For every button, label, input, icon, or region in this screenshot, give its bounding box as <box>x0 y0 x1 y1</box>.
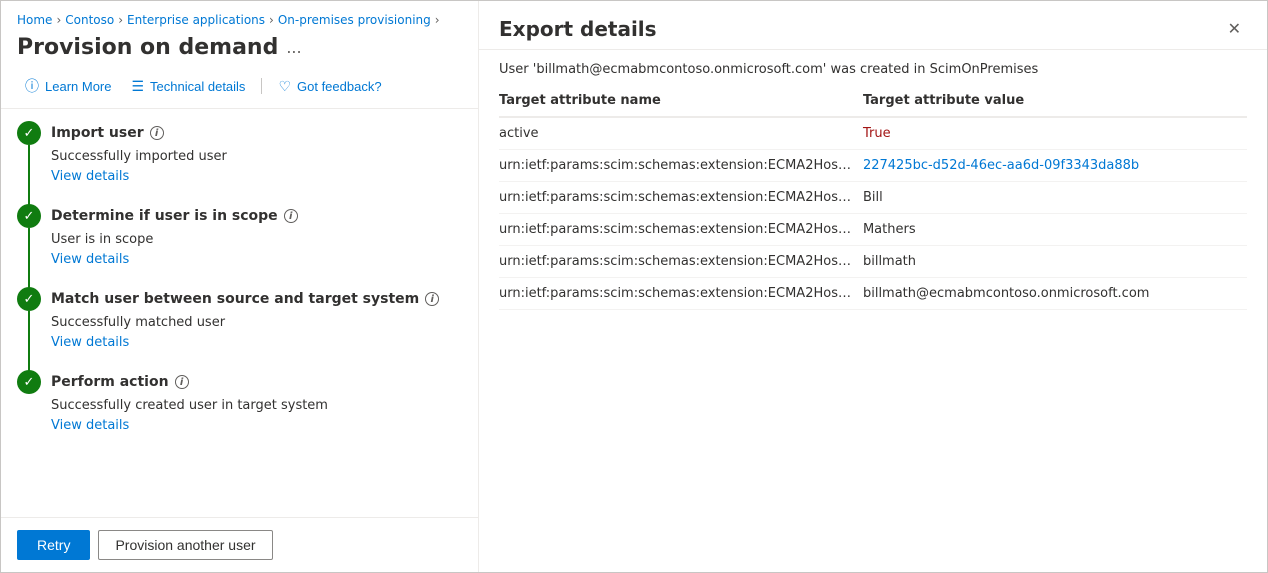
steps-area: Import user i Successfully imported user… <box>1 109 478 517</box>
toolbar-divider <box>261 78 262 94</box>
step-body-match: Successfully matched user View details <box>17 315 462 350</box>
info-icon-match[interactable]: i <box>425 292 439 306</box>
step-desc-scope: User is in scope <box>51 232 462 247</box>
step-check-action <box>17 370 41 394</box>
breadcrumb-contoso[interactable]: Contoso <box>65 13 114 27</box>
left-panel: Home › Contoso › Enterprise applications… <box>1 1 479 572</box>
table-cell-val: billmath@ecmabmcontoso.onmicrosoft.com <box>863 278 1247 310</box>
page-title-row: Provision on demand ... <box>1 31 478 68</box>
learn-more-button[interactable]: ⓘ Learn More <box>17 72 119 100</box>
toolbar: ⓘ Learn More ☰ Technical details ♡ Got f… <box>1 68 478 109</box>
table-cell-attr: active <box>499 117 863 150</box>
step-body-scope: User is in scope View details <box>17 232 462 267</box>
right-panel: Export details ✕ User 'billmath@ecmabmco… <box>479 1 1267 572</box>
step-import-user: Import user i Successfully imported user… <box>17 121 462 184</box>
got-feedback-button[interactable]: ♡ Got feedback? <box>270 74 389 99</box>
step-scope: Determine if user is in scope i User is … <box>17 204 462 267</box>
table-row: urn:ietf:params:scim:schemas:extension:E… <box>499 214 1247 246</box>
col-header-val: Target attribute value <box>863 85 1247 117</box>
breadcrumb-on-premises[interactable]: On-premises provisioning <box>278 13 431 27</box>
breadcrumb-chevron-3: › <box>269 13 274 27</box>
table-row: urn:ietf:params:scim:schemas:extension:E… <box>499 182 1247 214</box>
table-cell-val: Mathers <box>863 214 1247 246</box>
info-icon-import[interactable]: i <box>150 126 164 140</box>
export-table-area: Target attribute name Target attribute v… <box>479 85 1267 572</box>
table-row: urn:ietf:params:scim:schemas:extension:E… <box>499 278 1247 310</box>
table-cell-val: 227425bc-d52d-46ec-aa6d-09f3343da88b <box>863 150 1247 182</box>
view-details-action[interactable]: View details <box>51 418 129 433</box>
breadcrumb: Home › Contoso › Enterprise applications… <box>1 1 478 31</box>
heart-icon: ♡ <box>278 78 291 95</box>
export-message: User 'billmath@ecmabmcontoso.onmicrosoft… <box>479 50 1267 85</box>
step-body-import: Successfully imported user View details <box>17 149 462 184</box>
table-row: urn:ietf:params:scim:schemas:extension:E… <box>499 246 1247 278</box>
table-cell-attr: urn:ietf:params:scim:schemas:extension:E… <box>499 182 863 214</box>
col-header-attr: Target attribute name <box>499 85 863 117</box>
list-icon: ☰ <box>131 78 144 95</box>
view-details-match[interactable]: View details <box>51 335 129 350</box>
close-button[interactable]: ✕ <box>1222 17 1247 41</box>
provision-another-button[interactable]: Provision another user <box>98 530 272 560</box>
table-row: urn:ietf:params:scim:schemas:extension:E… <box>499 150 1247 182</box>
got-feedback-label: Got feedback? <box>297 79 382 94</box>
step-desc-match: Successfully matched user <box>51 315 462 330</box>
view-details-import[interactable]: View details <box>51 169 129 184</box>
step-desc-import: Successfully imported user <box>51 149 462 164</box>
breadcrumb-chevron-2: › <box>118 13 123 27</box>
table-cell-val: True <box>863 117 1247 150</box>
export-table: Target attribute name Target attribute v… <box>499 85 1247 310</box>
table-row: activeTrue <box>499 117 1247 150</box>
step-title-action: Perform action i <box>51 374 189 390</box>
view-details-scope[interactable]: View details <box>51 252 129 267</box>
technical-details-button[interactable]: ☰ Technical details <box>123 74 253 99</box>
step-title-import: Import user i <box>51 125 164 141</box>
technical-details-label: Technical details <box>150 79 245 94</box>
table-cell-attr: urn:ietf:params:scim:schemas:extension:E… <box>499 150 863 182</box>
step-header-import: Import user i <box>17 121 462 145</box>
step-header-scope: Determine if user is in scope i <box>17 204 462 228</box>
breadcrumb-home[interactable]: Home <box>17 13 52 27</box>
step-check-import <box>17 121 41 145</box>
step-header-action: Perform action i <box>17 370 462 394</box>
breadcrumb-chevron-4: › <box>435 13 440 27</box>
learn-more-label: Learn More <box>45 79 111 94</box>
step-header-match: Match user between source and target sys… <box>17 287 462 311</box>
step-match: Match user between source and target sys… <box>17 287 462 350</box>
breadcrumb-chevron-1: › <box>56 13 61 27</box>
step-body-action: Successfully created user in target syst… <box>17 398 462 433</box>
info-icon-scope[interactable]: i <box>284 209 298 223</box>
right-header: Export details ✕ <box>479 1 1267 50</box>
step-check-scope <box>17 204 41 228</box>
step-title-match: Match user between source and target sys… <box>51 291 439 307</box>
footer-actions: Retry Provision another user <box>1 517 478 572</box>
step-desc-action: Successfully created user in target syst… <box>51 398 462 413</box>
table-cell-attr: urn:ietf:params:scim:schemas:extension:E… <box>499 278 863 310</box>
right-title: Export details <box>499 17 657 41</box>
table-cell-attr: urn:ietf:params:scim:schemas:extension:E… <box>499 214 863 246</box>
table-cell-val: billmath <box>863 246 1247 278</box>
table-cell-attr: urn:ietf:params:scim:schemas:extension:E… <box>499 246 863 278</box>
retry-button[interactable]: Retry <box>17 530 90 560</box>
breadcrumb-enterprise-apps[interactable]: Enterprise applications <box>127 13 265 27</box>
info-circle-icon: ⓘ <box>25 76 39 96</box>
step-action: Perform action i Successfully created us… <box>17 370 462 433</box>
info-icon-action[interactable]: i <box>175 375 189 389</box>
page-title: Provision on demand <box>17 35 278 60</box>
more-options-icon[interactable]: ... <box>286 38 301 57</box>
table-cell-val: Bill <box>863 182 1247 214</box>
step-check-match <box>17 287 41 311</box>
step-title-scope: Determine if user is in scope i <box>51 208 298 224</box>
